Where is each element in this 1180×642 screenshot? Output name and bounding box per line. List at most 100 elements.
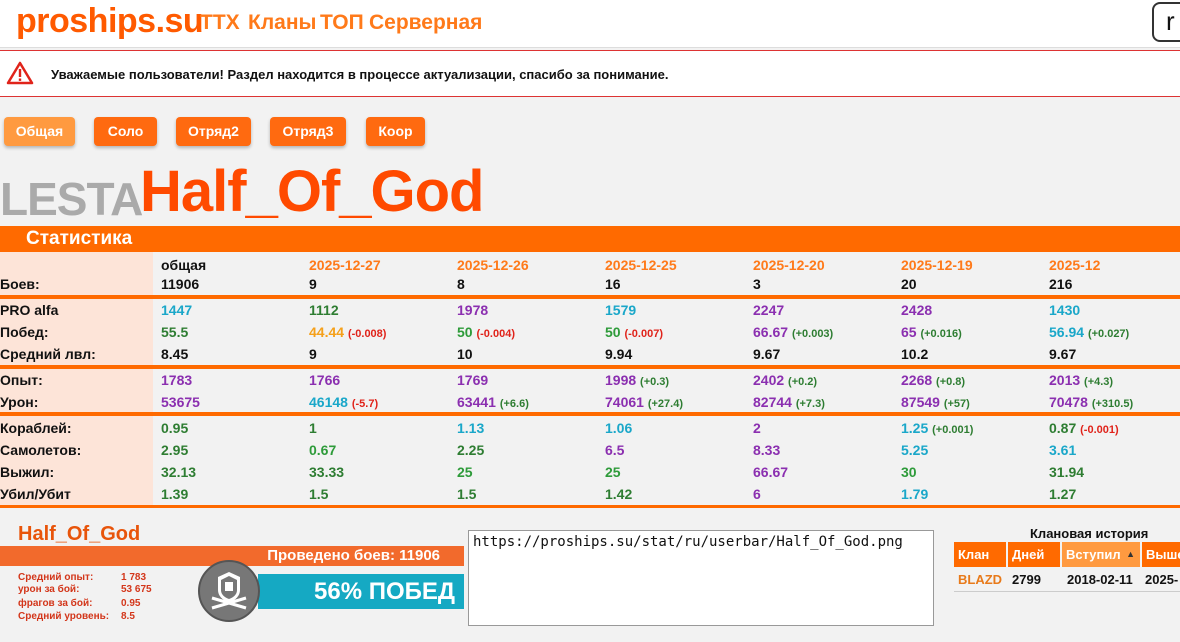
delta-value: (+0.2) bbox=[788, 376, 818, 388]
nav-clans[interactable]: Кланы bbox=[248, 11, 316, 35]
delta-value: (+27.4) bbox=[647, 398, 683, 410]
stat-cell-planes: 6.5 bbox=[605, 442, 624, 458]
delta-value: (+310.5) bbox=[1091, 398, 1134, 410]
stat-value: 6 bbox=[753, 486, 761, 502]
mode-div3-button[interactable]: Отряд3 bbox=[270, 117, 346, 146]
row-label-kd: Убил/Убит bbox=[0, 486, 71, 502]
stat-value: 1.27 bbox=[1049, 486, 1077, 502]
stat-value: 1.06 bbox=[605, 420, 633, 436]
stat-cell-wins: 50 (-0.004) bbox=[457, 324, 515, 340]
stat-value: 3 bbox=[753, 276, 761, 292]
stat-cell-battles: 9 bbox=[309, 276, 317, 292]
site-logo[interactable]: proships.su bbox=[16, 2, 204, 41]
delta-value: (-0.007) bbox=[624, 328, 663, 340]
stat-cell-wins: 56.94 (+0.027) bbox=[1049, 324, 1129, 340]
stat-cell-survived: 33.33 bbox=[309, 464, 344, 480]
column-header: 2025-12-26 bbox=[457, 257, 529, 273]
stat-value: 1447 bbox=[161, 302, 193, 318]
notice-banner: Уважаемые пользователи! Раздел находится… bbox=[0, 50, 1180, 97]
stat-value: 5.25 bbox=[901, 442, 929, 458]
stat-cell-survived: 66.67 bbox=[753, 464, 788, 480]
row-label-damage: Урон: bbox=[0, 394, 39, 410]
stat-cell-battles: 3 bbox=[753, 276, 761, 292]
stat-cell-ships: 1.06 bbox=[605, 420, 632, 436]
stat-cell-pr: 1430 bbox=[1049, 302, 1080, 318]
nav-servers[interactable]: Серверная bbox=[369, 11, 482, 35]
nav-top[interactable]: ТОП bbox=[320, 11, 364, 35]
stat-value: 2 bbox=[753, 420, 761, 436]
stat-cell-planes: 0.67 bbox=[309, 442, 336, 458]
stat-value: 2247 bbox=[753, 302, 785, 318]
column-header: общая bbox=[161, 257, 207, 273]
stat-cell-damage: 82744 (+7.3) bbox=[753, 394, 825, 410]
stat-cell-planes: 2.95 bbox=[161, 442, 188, 458]
clan-header-joined[interactable]: Вступил ▲ bbox=[1062, 542, 1140, 567]
stat-cell-avg_level: 10 bbox=[457, 346, 473, 362]
stat-cell-pr: 1978 bbox=[457, 302, 488, 318]
clan-header-days[interactable]: Дней bbox=[1008, 542, 1060, 567]
stat-cell-exp: 2013 (+4.3) bbox=[1049, 372, 1113, 388]
stat-value: 20 bbox=[901, 276, 917, 292]
player-name: Half_Of_God bbox=[140, 159, 484, 224]
stat-cell-planes: 8.33 bbox=[753, 442, 780, 458]
stat-value: 1978 bbox=[457, 302, 489, 318]
stat-value: 2428 bbox=[901, 302, 933, 318]
pirate-emblem-icon bbox=[198, 560, 260, 622]
stat-cell-kd: 1.79 bbox=[901, 486, 928, 502]
stat-cell-kd: 1.42 bbox=[605, 486, 632, 502]
stat-cell-battles: 16 bbox=[605, 276, 621, 292]
mode-solo-button[interactable]: Соло bbox=[94, 117, 157, 146]
stat-cell-planes: 3.61 bbox=[1049, 442, 1076, 458]
stat-cell-kd: 1.5 bbox=[309, 486, 328, 502]
mode-div2-button[interactable]: Отряд2 bbox=[176, 117, 251, 146]
nav-ttx[interactable]: ТТХ bbox=[200, 11, 240, 35]
sort-asc-icon: ▲ bbox=[1126, 549, 1135, 559]
stat-value: 3.61 bbox=[1049, 442, 1077, 458]
stat-value: 9.94 bbox=[605, 346, 633, 362]
stat-value: 11906 bbox=[161, 276, 200, 292]
userbar-stat-value: 8.5 bbox=[121, 611, 135, 622]
stat-value: 216 bbox=[1049, 276, 1073, 292]
column-header: 2025-12-20 bbox=[753, 257, 825, 273]
stat-cell-survived: 25 bbox=[457, 464, 473, 480]
row-divider bbox=[0, 505, 1180, 508]
stat-value: 65 bbox=[901, 324, 917, 340]
stat-value: 6.5 bbox=[605, 442, 625, 458]
stat-value: 53675 bbox=[161, 394, 200, 410]
stat-cell-ships: 1 bbox=[309, 420, 317, 436]
stat-value: 1.13 bbox=[457, 420, 485, 436]
clan-header-left[interactable]: Выше bbox=[1142, 542, 1180, 567]
stat-cell-survived: 30 bbox=[901, 464, 917, 480]
stat-cell-survived: 31.94 bbox=[1049, 464, 1084, 480]
stat-cell-kd: 1.27 bbox=[1049, 486, 1076, 502]
stats-section-header: Статистика bbox=[0, 226, 1180, 252]
stat-cell-pr: 1447 bbox=[161, 302, 192, 318]
delta-value: (+0.3) bbox=[640, 376, 670, 388]
stat-cell-damage: 63441 (+6.6) bbox=[457, 394, 529, 410]
stat-cell-battles: 20 bbox=[901, 276, 917, 292]
userbar-battles-text: Проведено боев: 11906 bbox=[267, 547, 440, 564]
stat-value: 8.33 bbox=[753, 442, 781, 458]
delta-value: (+4.3) bbox=[1084, 376, 1114, 388]
search-input[interactable]: r bbox=[1152, 2, 1180, 42]
stat-value: 1998 bbox=[605, 372, 637, 388]
userbar-url-field[interactable]: https://proships.su/stat/ru/userbar/Half… bbox=[468, 530, 934, 626]
mode-coop-button[interactable]: Коор bbox=[366, 117, 425, 146]
stat-cell-kd: 6 bbox=[753, 486, 761, 502]
delta-value: (+0.8) bbox=[936, 376, 966, 388]
clan-link[interactable]: BLAZD bbox=[958, 572, 1002, 587]
stat-value: 33.33 bbox=[309, 464, 345, 480]
stat-cell-avg_level: 9.94 bbox=[605, 346, 632, 362]
clan-header-clan[interactable]: Клан bbox=[954, 542, 1006, 567]
stat-value: 50 bbox=[605, 324, 621, 340]
clan-row-divider bbox=[954, 591, 1180, 592]
row-divider bbox=[0, 412, 1180, 416]
stat-cell-pr: 2247 bbox=[753, 302, 784, 318]
stat-value: 1.5 bbox=[457, 486, 477, 502]
stat-value: 66.67 bbox=[753, 464, 789, 480]
stat-cell-damage: 74061 (+27.4) bbox=[605, 394, 683, 410]
stat-cell-wins: 65 (+0.016) bbox=[901, 324, 962, 340]
stat-value: 1.39 bbox=[161, 486, 189, 502]
mode-general-button[interactable]: Общая bbox=[4, 117, 75, 146]
stat-cell-exp: 2268 (+0.8) bbox=[901, 372, 965, 388]
